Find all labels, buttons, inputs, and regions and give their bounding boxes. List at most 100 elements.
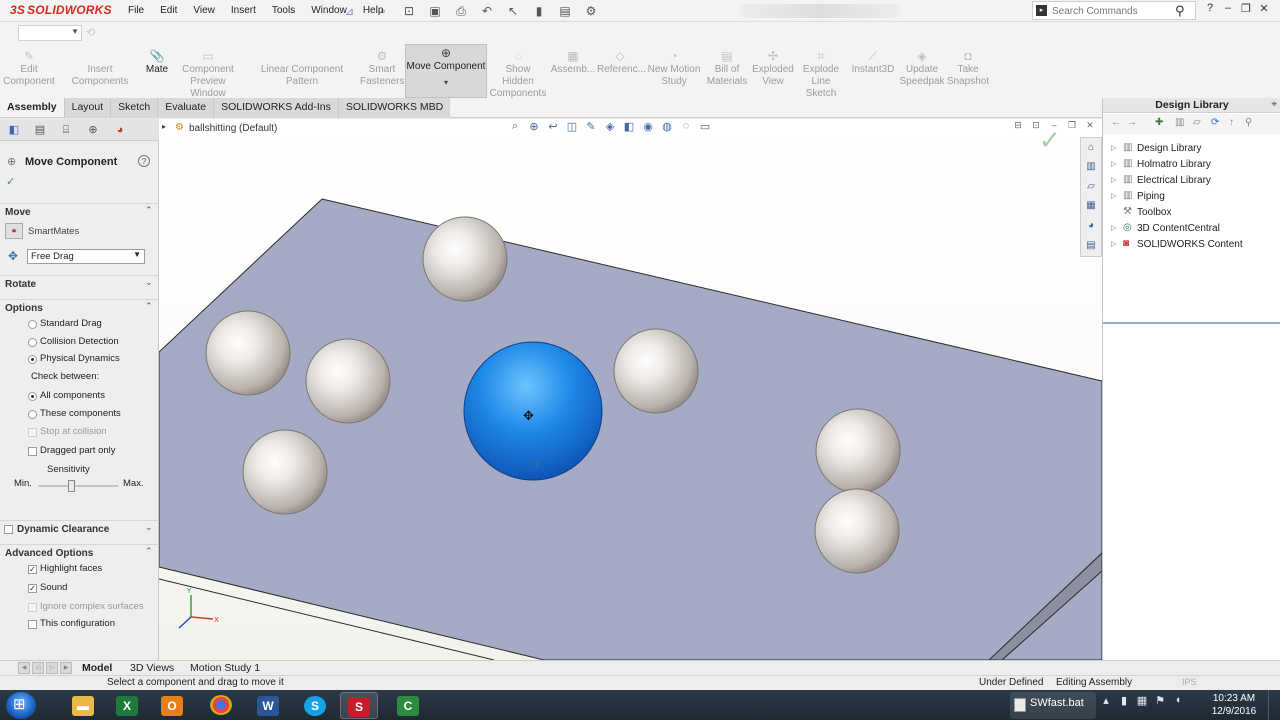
tab-3d-views[interactable]: 3D Views [124,661,180,676]
physical-dynamics-radio[interactable] [28,355,37,364]
previous-view-icon[interactable]: ↩ [545,120,561,133]
tab-solidworks-mbd[interactable]: SOLIDWORKS MBD [337,98,451,118]
tab-model[interactable]: Model [76,661,118,676]
sensitivity-slider-track[interactable] [38,485,118,487]
pin-menu-icon[interactable]: ⊿ [345,5,354,18]
design-library-tab-icon[interactable]: ▥ [1084,160,1098,174]
search-icon[interactable]: ⚲ [1175,3,1185,19]
new-document-icon[interactable]: ▫ [372,3,394,19]
sensitivity-slider-thumb[interactable] [68,480,76,492]
system-clock[interactable]: 10:23 AM 12/9/2016 [1208,692,1260,718]
custom-properties-tab-icon[interactable]: ▤ [1084,239,1098,253]
volume-icon[interactable]: ◖ [1172,694,1184,707]
options-icon[interactable]: ⚲ [1245,117,1252,128]
minimize-icon[interactable]: – [1221,2,1235,15]
viewport-close-icon[interactable]: ✕ [1083,120,1097,131]
edit-component-button[interactable]: ✎ Edit Component [2,44,56,98]
taskbar-outlook[interactable]: O [153,692,191,719]
expand-icon[interactable]: ▷ [1111,192,1116,200]
dragged-part-only-checkbox[interactable] [28,447,37,456]
smart-fasteners-button[interactable]: ⚙ Smart Fasteners [360,44,404,98]
update-speedpak-button[interactable]: ◈ Update Speedpak [899,44,945,98]
tab-solidworks-add-ins[interactable]: SOLIDWORKS Add-Ins [213,98,338,118]
solidworks-resources-icon[interactable]: ⌂ [1084,141,1098,155]
create-new-folder-icon[interactable]: ▱ [1193,117,1201,128]
appearances-tab-icon[interactable]: ◕ [1084,219,1098,233]
expand-icon[interactable]: ▷ [1111,176,1116,184]
network-icon[interactable]: ▦ [1136,694,1148,707]
exploded-view-button[interactable]: ✣ Exploded View [752,44,794,98]
plate-top-face[interactable] [159,198,1102,660]
rebuild-icon[interactable]: ▮ [528,3,550,19]
save-icon[interactable]: ▣ [424,3,446,19]
collision-detection-radio[interactable] [28,338,37,347]
menu-edit[interactable]: Edit [152,0,185,22]
expand-icon[interactable]: ▷ [1111,144,1116,152]
dynamic-annotation-icon[interactable]: ✎ [583,120,599,133]
close-icon[interactable]: ✕ [1257,2,1271,15]
menu-view[interactable]: View [185,0,223,22]
ball-5[interactable] [613,328,699,414]
expand-icon[interactable]: ▷ [1111,160,1116,168]
ball-6[interactable] [815,408,901,494]
file-explorer-tab-icon[interactable]: ▱ [1084,180,1098,194]
start-button[interactable] [6,692,36,719]
highlight-faces-checkbox[interactable]: ✓ [28,565,37,574]
viewport-maximize-icon[interactable]: ❐ [1065,120,1079,131]
standard-drag-radio[interactable] [28,320,37,329]
previous-tab-icon[interactable]: ◁ [32,662,44,674]
confirmation-corner-ok-icon[interactable]: ✓ [1039,125,1061,156]
taskbar-skype[interactable]: S [296,692,334,719]
section-view-icon[interactable]: ◫ [564,120,580,133]
bill-of-materials-button[interactable]: ▤ Bill of Materials [706,44,748,98]
pin-icon[interactable]: ⌖ [1271,99,1277,110]
sound-checkbox[interactable]: ✓ [28,584,37,593]
restore-icon[interactable]: ❐ [1239,2,1253,15]
tab-evaluate[interactable]: Evaluate [157,98,214,118]
ok-button[interactable]: ✓ [6,175,15,188]
rotate-section-header[interactable]: Rotate ⌄ [0,275,159,293]
property-manager-tab-icon[interactable]: ▤ [29,121,51,139]
select-icon[interactable]: ↖ [502,3,524,19]
show-hidden-components-button[interactable]: ◌ Show Hidden Components [489,44,547,99]
assembly-features-button[interactable]: ▦ Assemb... [550,44,596,98]
expand-icon[interactable]: ▷ [1111,224,1116,232]
advanced-options-section-header[interactable]: Advanced Options ⌃ [0,544,159,562]
tab-assembly[interactable]: Assembly [0,98,64,118]
menu-file[interactable]: File [120,0,152,22]
zoom-to-area-icon[interactable]: ⊕ [526,120,542,133]
edit-appearance-icon[interactable]: ◍ [659,120,675,133]
move-mode-select[interactable]: Free Drag ▼ [27,249,145,264]
take-snapshot-button[interactable]: ◘ Take Snapshot [946,44,990,98]
dimxpert-tab-icon[interactable]: ⊕ [82,121,104,139]
search-commands-box[interactable]: ▸ ⚲ [1032,1,1196,20]
taskbar-running-task[interactable]: SWfast.bat [1010,692,1096,719]
insert-components-button[interactable]: Insert Components [58,44,142,98]
apply-scene-icon[interactable]: ◌ [678,120,694,133]
mate-button[interactable]: 📎 Mate [143,44,171,98]
smartmates-icon[interactable]: ⚭ [5,223,23,239]
last-tab-icon[interactable]: ▶ [60,662,72,674]
move-section-header[interactable]: Move ⌃ [0,203,159,221]
first-tab-icon[interactable]: ◀ [18,662,30,674]
tab-motion-study-1[interactable]: Motion Study 1 [184,661,266,676]
linear-component-pattern-button[interactable]: Linear Component Pattern [246,44,358,98]
taskbar-chrome[interactable] [202,692,240,719]
configuration-select[interactable]: ▼ [18,25,82,41]
these-components-radio[interactable] [28,410,37,419]
display-manager-tab-icon[interactable]: ◕ [109,121,131,139]
power-icon[interactable]: ▮ [1118,694,1130,707]
this-configuration-checkbox[interactable] [28,620,37,629]
ignore-complex-surfaces-checkbox[interactable] [28,603,37,612]
ball-3[interactable] [305,338,391,424]
viewport-menu-icon[interactable]: ⊟ [1011,120,1025,131]
new-motion-study-button[interactable]: ◔ New Motion Study [646,44,702,98]
all-components-radio[interactable] [28,392,37,401]
show-desktop-button[interactable] [1268,690,1280,720]
dynamic-clearance-checkbox[interactable] [4,525,13,534]
unit-system-status[interactable]: IPS [1182,677,1197,687]
ball-2[interactable] [205,310,291,396]
menu-tools[interactable]: Tools [264,0,303,22]
reference-geometry-button[interactable]: ◇ Referenc... [597,44,646,98]
options-icon[interactable]: ⚙ [580,3,602,19]
